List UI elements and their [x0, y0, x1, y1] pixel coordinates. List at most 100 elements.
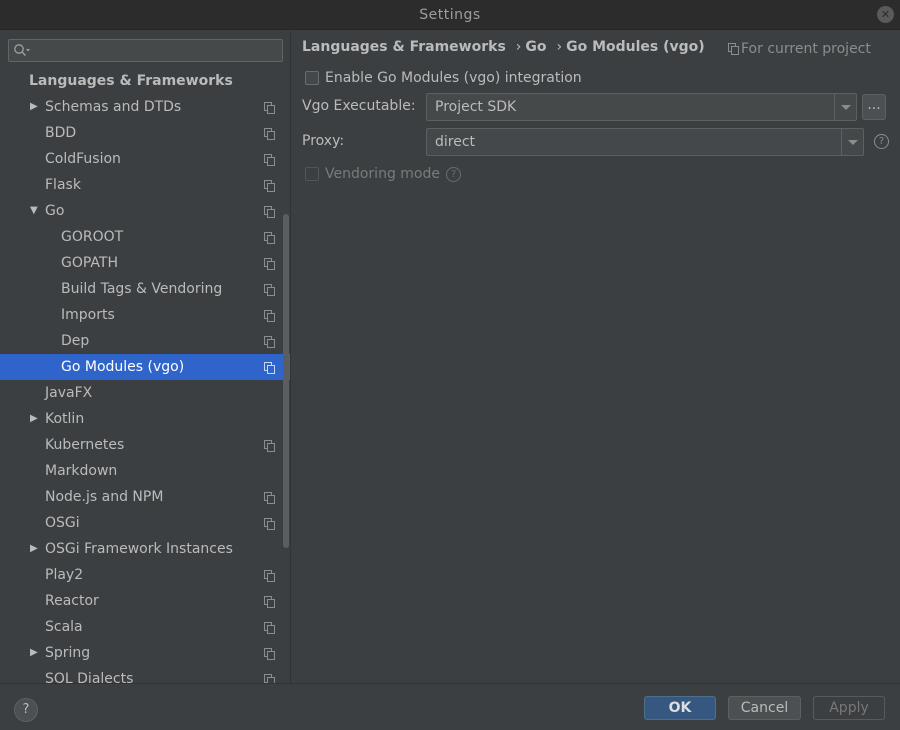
- sidebar-item[interactable]: Scala: [0, 614, 282, 640]
- help-icon[interactable]: ?: [446, 166, 461, 182]
- sidebar-item-label: Markdown: [45, 463, 118, 479]
- vendoring-label: Vendoring mode: [325, 166, 440, 182]
- sidebar-item[interactable]: SQL Dialects: [0, 666, 282, 683]
- settings-tree: Languages & Frameworks ▶ Schemas and DTDs…: [0, 68, 290, 683]
- sidebar-item-label: Flask: [45, 177, 81, 193]
- breadcrumb-item: Go Modules (vgo): [566, 39, 705, 55]
- help-icon[interactable]: ?: [874, 134, 889, 149]
- sidebar-item-label: OSGi: [45, 515, 80, 531]
- vendoring-row: Vendoring mode ?: [305, 166, 461, 182]
- sidebar-item[interactable]: Build Tags & Vendoring: [0, 276, 282, 302]
- sidebar-item-label: Build Tags & Vendoring: [61, 281, 223, 297]
- proxy-label: Proxy:: [302, 133, 345, 149]
- sidebar-item[interactable]: Reactor: [0, 588, 282, 614]
- sidebar-item[interactable]: ▶ Kotlin: [0, 406, 282, 432]
- vendoring-checkbox[interactable]: [305, 167, 319, 181]
- settings-content: Languages & Frameworks › Go › Go Modules (vg…: [292, 31, 900, 683]
- proxy-value: direct: [435, 134, 476, 150]
- sidebar-scrollbar[interactable]: [283, 214, 289, 548]
- collapsed-arrow-icon[interactable]: ▶: [30, 536, 40, 562]
- cancel-button[interactable]: Cancel: [728, 696, 801, 720]
- enable-vgo-checkbox[interactable]: [305, 71, 319, 85]
- project-scope-icon: [264, 362, 275, 374]
- project-scope-icon: [264, 154, 275, 166]
- project-scope-icon: [728, 43, 739, 55]
- sidebar-item-label: GOPATH: [61, 255, 118, 271]
- title-bar: Settings ✕: [0, 0, 900, 30]
- browse-button[interactable]: ...: [862, 94, 886, 120]
- sidebar-item-label: Spring: [45, 645, 91, 661]
- sidebar-item-label: Schemas and DTDs: [45, 99, 182, 115]
- search-input[interactable]: [8, 39, 283, 62]
- vgo-executable-label: Vgo Executable:: [302, 98, 416, 114]
- project-scope-icon: [264, 310, 275, 322]
- for-current-project-note: For current project: [728, 41, 871, 57]
- project-scope-icon: [264, 492, 275, 504]
- sidebar-item-label: ColdFusion: [45, 151, 121, 167]
- project-scope-icon: [264, 102, 275, 114]
- vgo-executable-value: Project SDK: [435, 99, 517, 115]
- project-scope-icon: [264, 596, 275, 608]
- chevron-down-icon[interactable]: [841, 129, 863, 155]
- sidebar-item-label: GOROOT: [61, 229, 124, 245]
- sidebar-item-label: JavaFX: [45, 385, 93, 401]
- sidebar-item[interactable]: Kubernetes: [0, 432, 282, 458]
- apply-button[interactable]: Apply: [813, 696, 885, 720]
- sidebar-item-label: Imports: [61, 307, 115, 323]
- project-scope-icon: [264, 440, 275, 452]
- vgo-executable-select[interactable]: Project SDK: [426, 93, 857, 121]
- sidebar-item[interactable]: Dep: [0, 328, 282, 354]
- sidebar-item-label: OSGi Framework Instances: [45, 541, 233, 557]
- breadcrumb-separator: ›: [556, 39, 563, 55]
- enable-vgo-label: Enable Go Modules (vgo) integration: [325, 70, 582, 86]
- collapsed-arrow-icon[interactable]: ▶: [30, 406, 40, 432]
- sidebar-item[interactable]: Play2: [0, 562, 282, 588]
- sidebar-item-label: Reactor: [45, 593, 99, 609]
- settings-sidebar: Languages & Frameworks ▶ Schemas and DTDs…: [0, 31, 291, 683]
- close-icon[interactable]: ✕: [877, 6, 894, 23]
- collapsed-arrow-icon[interactable]: ▶: [30, 94, 40, 120]
- collapsed-arrow-icon[interactable]: ▶: [30, 640, 40, 666]
- sidebar-item[interactable]: ▶ Schemas and DTDs: [0, 94, 282, 120]
- ok-button[interactable]: OK: [644, 696, 716, 720]
- sidebar-item-label: SQL Dialects: [45, 671, 134, 683]
- sidebar-item[interactable]: Markdown: [0, 458, 282, 484]
- sidebar-item[interactable]: GOROOT: [0, 224, 282, 250]
- help-button[interactable]: ?: [14, 698, 38, 722]
- window-title: Settings: [419, 7, 481, 23]
- sidebar-item-label: Scala: [45, 619, 83, 635]
- breadcrumb-separator: ›: [515, 39, 522, 55]
- sidebar-item[interactable]: ▶ OSGi Framework Instances: [0, 536, 282, 562]
- project-scope-icon: [264, 284, 275, 296]
- proxy-combobox[interactable]: direct: [426, 128, 864, 156]
- project-scope-icon: [264, 674, 275, 683]
- project-scope-icon: [264, 128, 275, 140]
- expanded-arrow-icon[interactable]: ▼: [30, 198, 40, 224]
- sidebar-item[interactable]: Node.js and NPM: [0, 484, 282, 510]
- chevron-down-icon[interactable]: [834, 94, 856, 120]
- project-scope-icon: [264, 648, 275, 660]
- sidebar-item[interactable]: BDD: [0, 120, 282, 146]
- sidebar-item[interactable]: Go Modules (vgo): [0, 354, 290, 380]
- sidebar-item[interactable]: Imports: [0, 302, 282, 328]
- sidebar-item[interactable]: JavaFX: [0, 380, 282, 406]
- sidebar-item-label: Go Modules (vgo): [61, 359, 185, 375]
- sidebar-item[interactable]: OSGi: [0, 510, 282, 536]
- sidebar-item[interactable]: ColdFusion: [0, 146, 282, 172]
- project-scope-icon: [264, 180, 275, 192]
- enable-vgo-row: Enable Go Modules (vgo) integration: [305, 70, 582, 86]
- breadcrumb-item: Languages & Frameworks: [302, 39, 506, 55]
- sidebar-item-label: Dep: [61, 333, 90, 349]
- sidebar-item[interactable]: ▼ Go: [0, 198, 282, 224]
- sidebar-item[interactable]: ▶ Spring: [0, 640, 282, 666]
- for-current-project-label: For current project: [741, 41, 871, 57]
- search-icon: [14, 44, 30, 56]
- project-scope-icon: [264, 336, 275, 348]
- project-scope-icon: [264, 518, 275, 530]
- sidebar-item[interactable]: Flask: [0, 172, 282, 198]
- breadcrumb-item: Go: [525, 39, 547, 55]
- dialog-footer: ? OK Cancel Apply: [0, 683, 900, 730]
- project-scope-icon: [264, 206, 275, 218]
- sidebar-item-label: Node.js and NPM: [45, 489, 164, 505]
- sidebar-item[interactable]: GOPATH: [0, 250, 282, 276]
